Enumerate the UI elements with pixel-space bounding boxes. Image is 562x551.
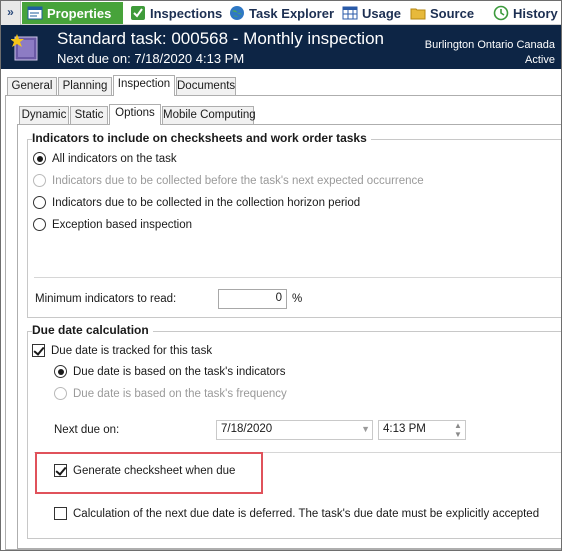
radio-button[interactable] [33, 196, 46, 209]
radio-button[interactable] [33, 152, 46, 165]
tab-mobile-computing[interactable]: Mobile Computing [162, 106, 256, 125]
properties-icon [27, 6, 43, 20]
toolbar-tab-properties[interactable]: Properties [22, 2, 123, 24]
toolbar-tab-source[interactable]: Source [405, 2, 479, 24]
checkbox[interactable] [54, 507, 67, 520]
main-tabstrip: General Planning Inspection Documents [7, 75, 307, 96]
top-toolbar: » Properties Inspections Task Explorer U… [1, 1, 561, 25]
sub-tabstrip: Dynamic Static Options Mobile Computing [19, 104, 279, 125]
toolbar-tab-label: Properties [47, 5, 112, 21]
min-indicators-input[interactable]: 0 [218, 289, 287, 309]
next-due-label: Next due on: [54, 424, 120, 436]
radio-based-on-frequency[interactable]: Due date is based on the task's frequenc… [54, 387, 287, 400]
checkbox-label: Due date is tracked for this task [51, 344, 213, 357]
radio-label: All indicators on the task [52, 152, 177, 165]
tab-static[interactable]: Static [70, 106, 108, 125]
radio-indicators-horizon[interactable]: Indicators due to be collected in the co… [33, 196, 360, 209]
toolbar-tab-label: Task Explorer [249, 5, 335, 21]
toolbar-tab-usage[interactable]: Usage [337, 2, 406, 24]
inspections-icon [131, 6, 145, 20]
due-date-group-title: Due date calculation [32, 323, 153, 337]
radio-based-on-indicators[interactable]: Due date is based on the task's indicato… [54, 365, 286, 378]
toolbar-tab-label: Source [430, 5, 475, 21]
task-icon [11, 34, 38, 61]
radio-button[interactable] [33, 218, 46, 231]
min-indicators-label: Minimum indicators to read: [35, 293, 177, 305]
radio-button[interactable] [33, 174, 46, 187]
deferred-calculation-checkbox[interactable]: Calculation of the next due date is defe… [54, 507, 539, 520]
toolbar-tab-label: Inspections [150, 5, 223, 21]
radio-label: Indicators due to be collected before th… [52, 174, 424, 187]
radio-label: Due date is based on the task's indicato… [73, 365, 286, 378]
checkbox[interactable] [32, 344, 45, 357]
tab-dynamic[interactable]: Dynamic [19, 106, 69, 125]
collapse-chevron-icon[interactable]: » [1, 1, 21, 25]
divider [34, 277, 562, 278]
location-label: Burlington Ontario Canada [424, 39, 555, 51]
highlight-box [35, 452, 263, 494]
indicators-group-title: Indicators to include on checksheets and… [32, 131, 371, 145]
toolbar-tab-inspections[interactable]: Inspections [125, 2, 227, 24]
tab-documents[interactable]: Documents [176, 77, 236, 96]
radio-label: Indicators due to be collected in the co… [52, 196, 361, 209]
tab-options[interactable]: Options [109, 104, 161, 125]
dropdown-arrow-icon[interactable]: ▼ [361, 424, 370, 434]
toolbar-tab-label: History [513, 5, 558, 21]
grid-icon [342, 6, 358, 20]
radio-button[interactable] [54, 387, 67, 400]
status-label: Active [525, 54, 555, 66]
next-due-date-value: 7/18/2020 [221, 423, 273, 435]
due-date-tracked-checkbox[interactable]: Due date is tracked for this task [32, 344, 212, 357]
radio-exception-based[interactable]: Exception based inspection [33, 218, 192, 231]
spinner-icon[interactable]: ▲ ▼ [452, 421, 464, 439]
globe-icon [230, 6, 244, 20]
tab-planning[interactable]: Planning [58, 77, 112, 96]
radio-label: Exception based inspection [52, 218, 193, 231]
next-due-date-picker[interactable]: 7/18/2020 ▼ [216, 420, 373, 440]
tab-general[interactable]: General [7, 77, 57, 96]
next-due-subtitle: Next due on: 7/18/2020 4:13 PM [57, 51, 245, 66]
radio-button[interactable] [54, 365, 67, 378]
next-due-time-picker[interactable]: 4:13 PM ▲ ▼ [378, 420, 466, 440]
radio-indicators-before-next[interactable]: Indicators due to be collected before th… [33, 174, 424, 187]
radio-all-indicators[interactable]: All indicators on the task [33, 152, 177, 165]
toolbar-tab-label: Usage [362, 5, 402, 21]
history-icon [493, 5, 509, 21]
next-due-time-value: 4:13 PM [383, 423, 426, 435]
radio-label: Due date is based on the task's frequenc… [73, 387, 287, 400]
percent-unit: % [292, 293, 303, 305]
page-title: Standard task: 000568 - Monthly inspecti… [57, 29, 384, 48]
toolbar-tab-history[interactable]: History [488, 2, 562, 24]
checkbox-label: Calculation of the next due date is defe… [73, 507, 540, 520]
tab-inspection[interactable]: Inspection [113, 75, 175, 96]
folder-icon [410, 8, 426, 20]
task-header: Standard task: 000568 - Monthly inspecti… [1, 25, 561, 69]
toolbar-tab-task-explorer[interactable]: Task Explorer [224, 2, 339, 24]
